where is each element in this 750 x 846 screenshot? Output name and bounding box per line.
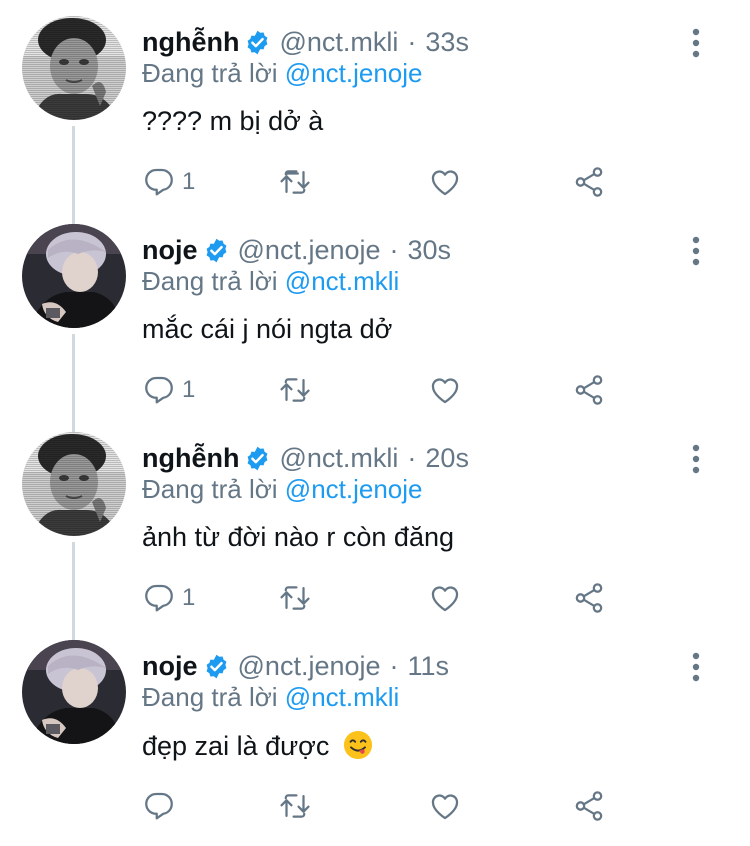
reply-button[interactable]: 1 xyxy=(142,578,195,618)
avatar[interactable] xyxy=(22,640,126,744)
share-icon xyxy=(575,167,603,197)
more-icon[interactable] xyxy=(684,28,708,58)
tweet-timestamp[interactable]: 33s xyxy=(425,27,469,58)
reply-icon xyxy=(145,584,173,612)
reply-count: 1 xyxy=(182,168,196,195)
reply-button[interactable]: 1 xyxy=(142,370,195,410)
separator-dot: · xyxy=(389,650,399,681)
share-button[interactable] xyxy=(572,578,606,618)
share-button[interactable] xyxy=(572,370,606,410)
replying-to-label: Đang trả lời xyxy=(142,266,278,296)
tweet-text: ???? m bị dở à xyxy=(142,106,324,136)
tweet-text: đẹp zai là được xyxy=(142,730,373,762)
retweet-icon xyxy=(280,170,310,194)
tweet-actions: 1 xyxy=(142,162,622,202)
avatar-mkli-image xyxy=(22,16,126,120)
replying-to: Đang trả lời @nct.jenoje xyxy=(142,474,423,505)
like-icon xyxy=(431,794,459,820)
tweet-thread: nghễnh @nct.mkli · 33s Đang trả lời @nct… xyxy=(0,0,750,846)
tweet-timestamp[interactable]: 30s xyxy=(408,235,452,266)
separator-dot: · xyxy=(407,442,417,473)
like-button[interactable] xyxy=(428,162,462,202)
replying-to-label: Đang trả lời xyxy=(142,58,278,88)
tweet-header: noje @nct.jenoje · 11s xyxy=(142,646,449,686)
user-handle[interactable]: @nct.mkli xyxy=(279,443,398,474)
verified-badge-icon xyxy=(248,446,268,470)
mention-link[interactable]: @nct.mkli xyxy=(285,682,400,712)
verified-badge-icon xyxy=(206,654,226,678)
tweet-timestamp[interactable]: 11s xyxy=(408,651,450,682)
avatar[interactable] xyxy=(22,432,126,536)
retweet-button[interactable] xyxy=(278,370,312,410)
verified-badge-icon xyxy=(248,30,268,54)
user-handle[interactable]: @nct.jenoje xyxy=(238,235,381,266)
retweet-icon xyxy=(280,586,310,610)
avatar-jenoje-image xyxy=(22,224,126,328)
avatar-mkli-image xyxy=(22,432,126,536)
more-icon[interactable] xyxy=(684,236,708,266)
tweet-actions: 1 xyxy=(142,370,622,410)
reply-icon xyxy=(145,168,173,196)
display-name[interactable]: nghễnh xyxy=(142,27,239,58)
replying-to: Đang trả lời @nct.jenoje xyxy=(142,58,423,89)
verified-badge-icon xyxy=(206,238,226,262)
like-button[interactable] xyxy=(428,370,462,410)
like-button[interactable] xyxy=(428,578,462,618)
replying-to-label: Đang trả lời xyxy=(142,682,278,712)
reply-button[interactable]: 1 xyxy=(142,162,195,202)
separator-dot: · xyxy=(407,26,417,57)
user-handle[interactable]: @nct.jenoje xyxy=(238,651,381,682)
like-icon xyxy=(431,378,459,404)
tweet-text: ảnh từ đời nào r còn đăng xyxy=(142,522,454,552)
separator-dot: · xyxy=(389,234,399,265)
reply-button[interactable] xyxy=(142,786,182,826)
tweet-text-content: đẹp zai là được xyxy=(142,731,330,761)
tweet[interactable]: noje @nct.jenoje · 30s Đang trả lời @nct… xyxy=(0,208,750,416)
reply-count: 1 xyxy=(182,584,196,611)
share-button[interactable] xyxy=(572,162,606,202)
like-icon xyxy=(431,586,459,612)
replying-to-label: Đang trả lời xyxy=(142,474,278,504)
more-icon[interactable] xyxy=(684,444,708,474)
like-icon xyxy=(431,170,459,196)
avatar[interactable] xyxy=(22,224,126,328)
user-handle[interactable]: @nct.mkli xyxy=(279,27,398,58)
display-name[interactable]: nghễnh xyxy=(142,443,239,474)
avatar-jenoje-image xyxy=(22,640,126,744)
more-icon[interactable] xyxy=(684,652,708,682)
like-button[interactable] xyxy=(428,786,462,826)
tweet-header: nghễnh @nct.mkli · 33s xyxy=(142,22,469,62)
tweet-actions: 1 xyxy=(142,578,622,618)
reply-icon xyxy=(145,376,173,404)
tweet[interactable]: nghễnh @nct.mkli · 20s Đang trả lời @nct… xyxy=(0,416,750,624)
savoring-food-emoji-icon xyxy=(343,730,372,760)
share-icon xyxy=(575,791,603,821)
reply-icon xyxy=(145,792,173,820)
tweet-text: mắc cái j nói ngta dở xyxy=(142,314,393,344)
mention-link[interactable]: @nct.jenoje xyxy=(285,58,423,88)
tweet-header: nghễnh @nct.mkli · 20s xyxy=(142,438,469,478)
replying-to: Đang trả lời @nct.mkli xyxy=(142,266,399,297)
retweet-icon xyxy=(280,794,310,818)
mention-link[interactable]: @nct.jenoje xyxy=(285,474,423,504)
retweet-icon xyxy=(280,378,310,402)
display-name[interactable]: noje xyxy=(142,651,198,682)
tweet-timestamp[interactable]: 20s xyxy=(425,443,469,474)
retweet-button[interactable] xyxy=(278,786,312,826)
tweet[interactable]: nghễnh @nct.mkli · 33s Đang trả lời @nct… xyxy=(0,0,750,208)
tweet-header: noje @nct.jenoje · 30s xyxy=(142,230,451,270)
replying-to: Đang trả lời @nct.mkli xyxy=(142,682,399,713)
share-icon xyxy=(575,375,603,405)
mention-link[interactable]: @nct.mkli xyxy=(285,266,400,296)
tweet-actions xyxy=(142,786,622,826)
retweet-button[interactable] xyxy=(278,162,312,202)
share-icon xyxy=(575,583,603,613)
display-name[interactable]: noje xyxy=(142,235,198,266)
tweet[interactable]: noje @nct.jenoje · 11s Đang trả lời @nct… xyxy=(0,624,750,832)
reply-count: 1 xyxy=(182,376,196,403)
avatar[interactable] xyxy=(22,16,126,120)
retweet-button[interactable] xyxy=(278,578,312,618)
share-button[interactable] xyxy=(572,786,606,826)
